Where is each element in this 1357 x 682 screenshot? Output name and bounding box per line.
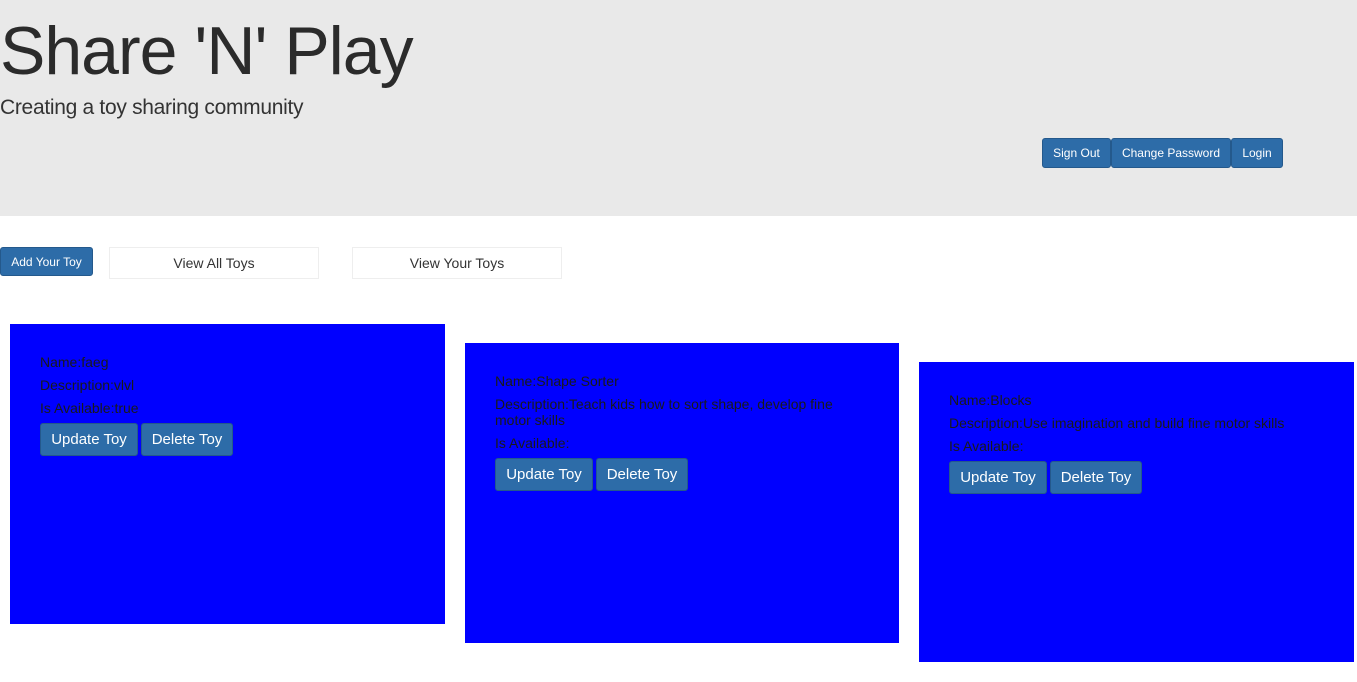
toy-card: Name:Blocks Description:Use imagination … — [919, 362, 1354, 662]
auth-button-group: Sign Out Change Password Login — [1042, 138, 1283, 168]
site-subtitle: Creating a toy sharing community — [0, 96, 304, 119]
login-button[interactable]: Login — [1231, 138, 1283, 168]
add-your-toy-button[interactable]: Add Your Toy — [0, 247, 93, 276]
toy-availability: Is Available:true — [40, 400, 139, 416]
toy-card: Name:Shape Sorter Description:Teach kids… — [465, 343, 899, 643]
sign-out-button[interactable]: Sign Out — [1042, 138, 1111, 168]
delete-toy-button[interactable]: Delete Toy — [1050, 461, 1142, 494]
toy-name: Name:Shape Sorter — [495, 373, 619, 389]
toy-card: Name:faeg Description:vlvl Is Available:… — [10, 324, 445, 624]
site-title: Share 'N' Play — [0, 13, 414, 89]
toy-description: Description:Use imagination and build fi… — [949, 415, 1285, 431]
toy-description: Description:Teach kids how to sort shape… — [495, 396, 833, 428]
delete-toy-button[interactable]: Delete Toy — [141, 423, 233, 456]
site-header: Share 'N' Play Creating a toy sharing co… — [0, 0, 1357, 216]
toy-card-actions: Update Toy Delete Toy — [495, 458, 869, 491]
delete-toy-button[interactable]: Delete Toy — [596, 458, 688, 491]
view-your-toys-button[interactable]: View Your Toys — [352, 247, 562, 279]
toy-card-actions: Update Toy Delete Toy — [949, 461, 1324, 494]
toy-availability: Is Available: — [495, 435, 570, 451]
toy-card-actions: Update Toy Delete Toy — [40, 423, 415, 456]
view-all-toys-button[interactable]: View All Toys — [109, 247, 319, 279]
update-toy-button[interactable]: Update Toy — [949, 461, 1047, 494]
toy-name: Name:faeg — [40, 354, 109, 370]
toy-name: Name:Blocks — [949, 392, 1032, 408]
update-toy-button[interactable]: Update Toy — [40, 423, 138, 456]
toy-availability: Is Available: — [949, 438, 1024, 454]
toy-description: Description:vlvl — [40, 377, 135, 393]
update-toy-button[interactable]: Update Toy — [495, 458, 593, 491]
change-password-button[interactable]: Change Password — [1111, 138, 1231, 168]
